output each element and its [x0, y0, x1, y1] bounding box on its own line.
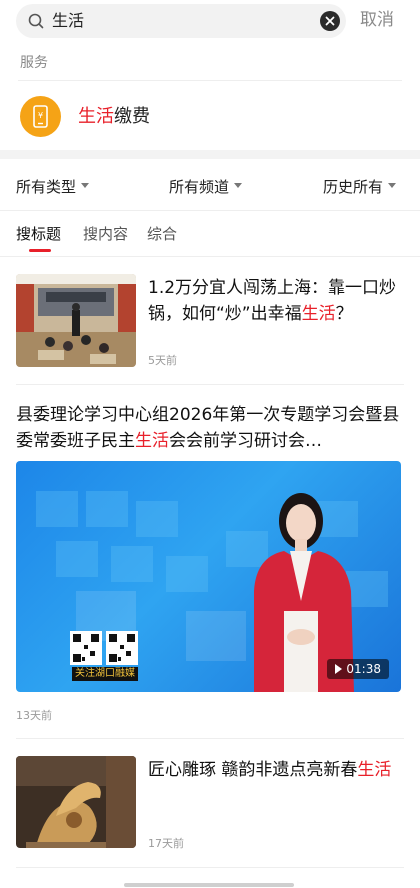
divider [0, 210, 420, 211]
play-icon [335, 663, 343, 674]
tab-comprehensive[interactable]: 综合 [147, 224, 177, 244]
section-divider [0, 150, 420, 159]
active-tab-indicator [29, 249, 51, 252]
search-bar[interactable]: 生活 [16, 4, 346, 38]
article-time: 5天前 [148, 354, 177, 367]
tab-search-content[interactable]: 搜内容 [83, 224, 128, 244]
video-thumbnail[interactable]: 关注湖口融媒 01:38 [16, 461, 401, 692]
chevron-down-icon [81, 183, 90, 188]
chevron-down-icon [234, 183, 243, 188]
service-title: 生活缴费 [78, 106, 150, 127]
article-time: 13天前 [16, 709, 52, 722]
scroll-indicator[interactable] [124, 883, 294, 887]
video-duration: 01:38 [327, 659, 389, 679]
qr-caption: 关注湖口融媒 [72, 667, 138, 681]
service-section-label: 服务 [20, 55, 48, 71]
article-thumbnail[interactable] [16, 274, 136, 367]
divider [0, 256, 420, 257]
filter-history[interactable]: 历史所有 [323, 177, 397, 197]
divider [16, 384, 404, 385]
divider [18, 80, 402, 81]
divider [16, 738, 404, 739]
chevron-down-icon [388, 183, 397, 188]
filter-type[interactable]: 所有类型 [16, 177, 90, 197]
filter-channel[interactable]: 所有频道 [169, 177, 243, 197]
article-thumbnail[interactable] [16, 756, 136, 848]
svg-text:¥: ¥ [38, 111, 43, 120]
search-input[interactable]: 生活 [52, 10, 84, 32]
service-item-payment[interactable]: ¥ 生活缴费 [20, 96, 400, 138]
divider [16, 867, 404, 868]
article-title[interactable]: 1.2万分宜人闯荡上海：靠一口炒锅，如何“炒”出幸福生活？ [148, 275, 398, 327]
search-icon [28, 13, 44, 29]
article-title[interactable]: 匠心雕琢 赣韵非遗点亮新春生活 [148, 757, 398, 783]
phone-bill-icon: ¥ [20, 96, 61, 137]
tab-search-title[interactable]: 搜标题 [16, 224, 61, 244]
cancel-button[interactable]: 取消 [360, 9, 394, 31]
article-title[interactable]: 县委理论学习中心组2026年第一次专题学习会暨县委常委班子民主生活会会前学习研讨… [16, 402, 402, 454]
article-time: 17天前 [148, 837, 184, 850]
clear-icon[interactable] [320, 11, 340, 31]
